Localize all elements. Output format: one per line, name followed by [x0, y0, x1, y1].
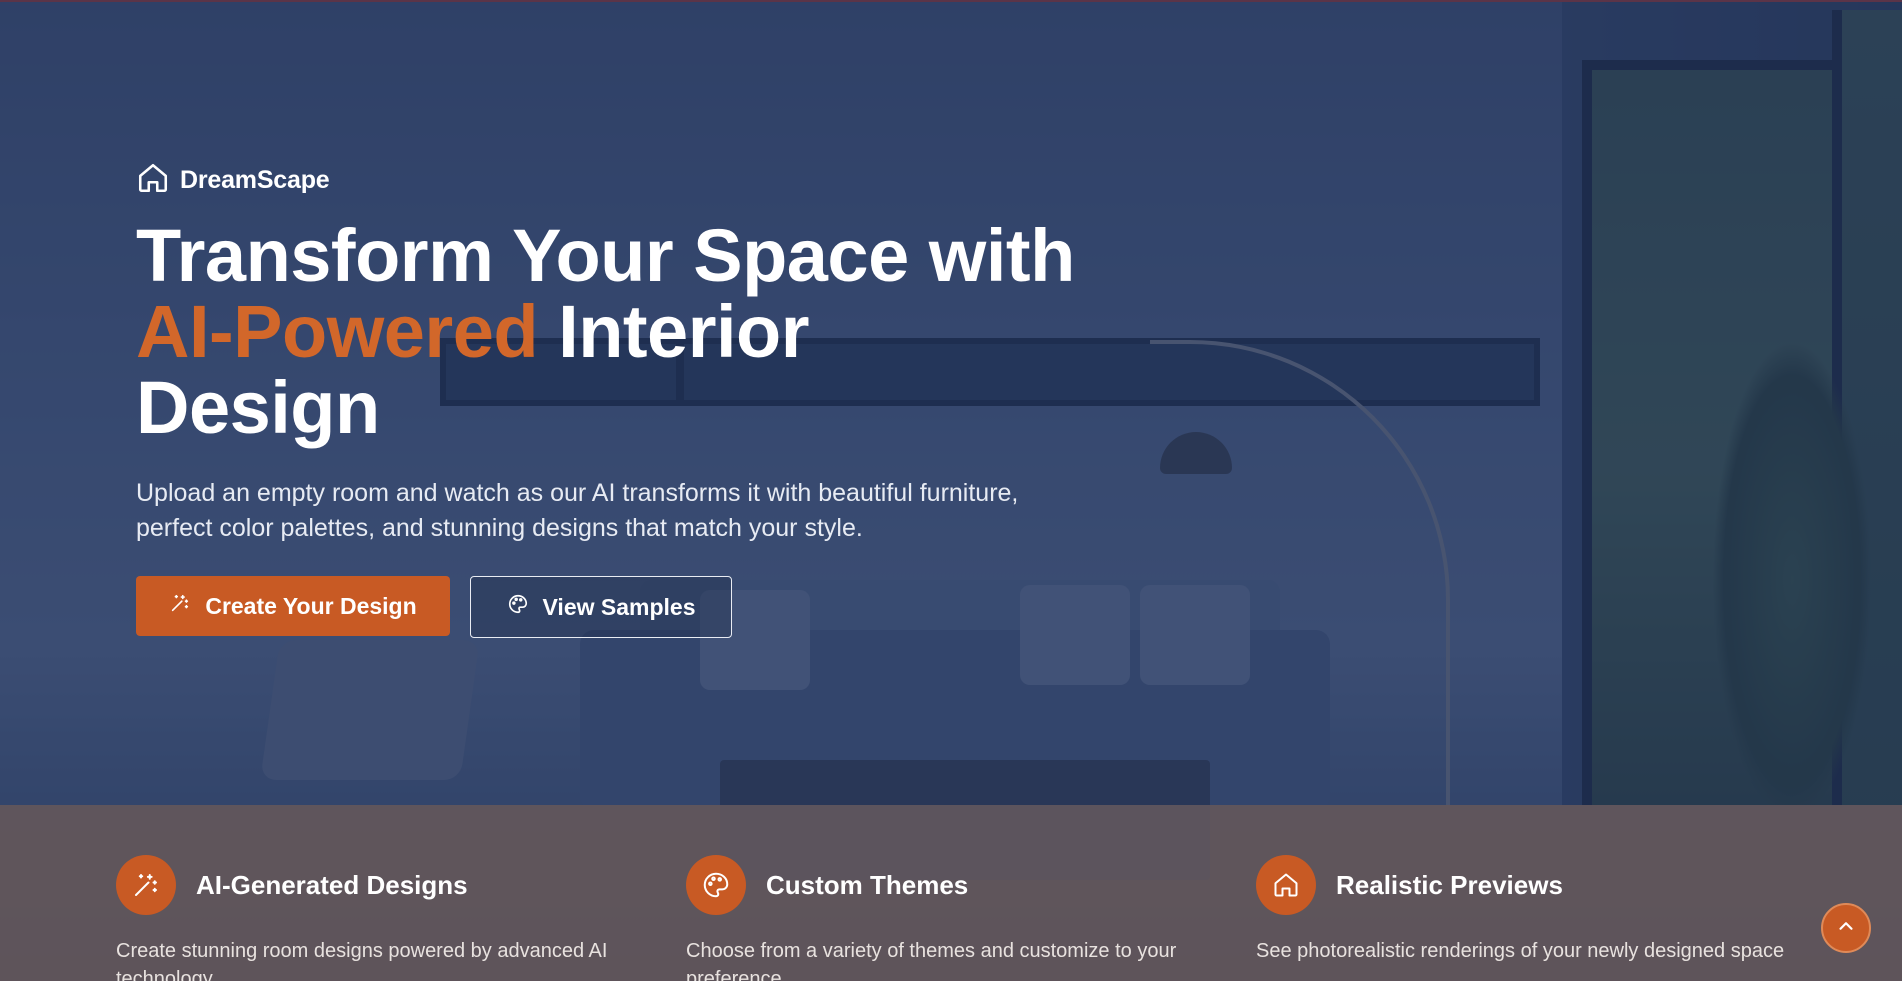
create-design-button[interactable]: Create Your Design	[136, 576, 450, 636]
view-samples-button[interactable]: View Samples	[470, 576, 732, 638]
chevron-up-icon	[1835, 915, 1857, 942]
home-icon	[1256, 855, 1316, 915]
feature-title: Custom Themes	[766, 869, 969, 900]
hero-subtitle: Upload an empty room and watch as our AI…	[136, 479, 1019, 542]
top-border	[0, 0, 1902, 2]
feature-card-ai-designs: AI-Generated Designs Create stunning roo…	[116, 855, 676, 981]
palette-icon	[507, 593, 529, 621]
magic-wand-icon	[169, 592, 191, 620]
feature-description: Create stunning room designs powered by …	[116, 940, 608, 981]
hero-headline: Transform Your Space with AI-Powered Int…	[136, 218, 1136, 446]
headline-line-3: Design	[136, 366, 380, 449]
headline-line-1: Transform Your Space with	[136, 214, 1075, 297]
feature-card-realistic-previews: Realistic Previews See photorealistic re…	[1256, 855, 1816, 965]
hero-content: DreamScape Transform Your Space with AI-…	[136, 160, 1136, 638]
hero-buttons: Create Your Design View Samples	[136, 576, 1136, 638]
brand-logo[interactable]: DreamScape	[136, 160, 1136, 200]
feature-description: Choose from a variety of themes and cust…	[686, 940, 1177, 981]
home-icon	[136, 161, 170, 200]
brand-name: DreamScape	[180, 165, 330, 194]
feature-title: AI-Generated Designs	[196, 869, 468, 900]
create-design-label: Create Your Design	[205, 592, 417, 619]
scroll-to-top-button[interactable]	[1821, 903, 1871, 953]
feature-title: Realistic Previews	[1336, 869, 1563, 900]
feature-description: See photorealistic renderings of your ne…	[1256, 940, 1785, 962]
features-section: AI-Generated Designs Create stunning roo…	[0, 805, 1902, 981]
headline-accent: AI-Powered	[136, 290, 539, 373]
palette-icon	[686, 855, 746, 915]
headline-line-2: Interior	[538, 290, 810, 373]
magic-wand-icon	[116, 855, 176, 915]
view-samples-label: View Samples	[542, 593, 696, 620]
feature-card-custom-themes: Custom Themes Choose from a variety of t…	[686, 855, 1246, 981]
